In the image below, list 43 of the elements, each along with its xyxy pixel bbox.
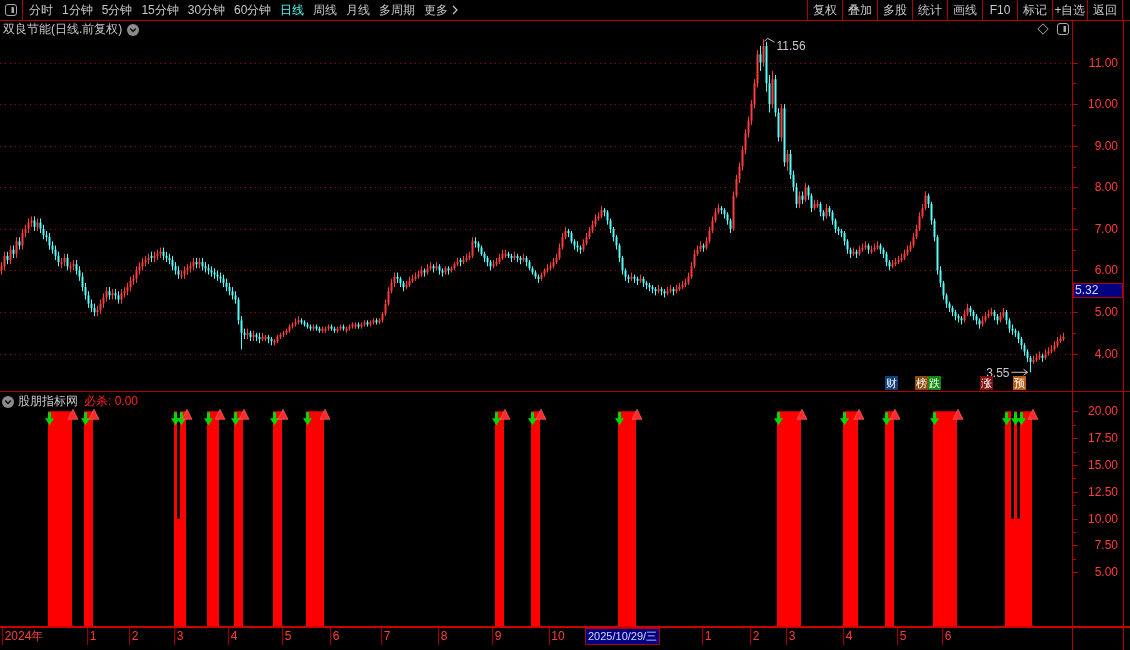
event-marker: 跌	[928, 376, 941, 390]
date-label: 3	[173, 628, 184, 645]
event-marker: 榜	[915, 376, 928, 390]
date-label: 4	[842, 628, 853, 645]
axis-label: 15.00	[1087, 458, 1118, 472]
axis-label: 17.50	[1087, 431, 1118, 446]
axis-label: 11.00	[1088, 55, 1118, 70]
event-marker: 财	[885, 376, 898, 390]
indicator-value: 必杀: 0.00	[84, 394, 139, 409]
axis-label: 5.00	[1094, 305, 1118, 319]
date-label: 6	[329, 628, 340, 645]
event-marker: 涨	[980, 376, 993, 390]
date-label: 10	[548, 628, 565, 645]
axis-label: 6.00	[1094, 263, 1118, 278]
cursor-date-label: 2025/10/29/三	[585, 628, 661, 645]
date-label: 1	[701, 628, 712, 645]
high-price-label: 11.56	[776, 39, 806, 54]
chart-title: 双良节能(日线.前复权)	[3, 22, 123, 37]
date-label: 1	[86, 628, 97, 645]
axis-label: 10.00	[1087, 97, 1118, 112]
date-label: 2	[749, 628, 760, 645]
price-marker: 5.32	[1073, 283, 1123, 298]
date-label: 2	[128, 628, 139, 645]
axis-label: 4.00	[1094, 346, 1118, 361]
date-label: 4	[227, 628, 238, 645]
date-label: 5	[896, 628, 907, 645]
axis-label: 7.50	[1094, 538, 1118, 553]
axis-label: 12.50	[1087, 484, 1118, 499]
date-label: 9	[491, 628, 502, 645]
date-label: 6	[941, 628, 952, 645]
axis-label: 7.00	[1094, 221, 1118, 236]
axis-label: 9.00	[1094, 138, 1118, 153]
date-label: 8	[437, 628, 448, 645]
date-label: 7	[380, 628, 391, 645]
axis-label: 8.00	[1094, 180, 1118, 195]
event-marker: 预	[1013, 376, 1026, 390]
indicator-title: 股朋指标网	[18, 394, 78, 409]
date-label: 5	[281, 628, 292, 645]
date-label: 2024年	[1, 628, 44, 645]
axis-label: 10.00	[1087, 511, 1118, 526]
axis-label: 5.00	[1094, 565, 1118, 580]
axis-label: 20.00	[1087, 404, 1118, 419]
date-label: 3	[785, 628, 796, 645]
